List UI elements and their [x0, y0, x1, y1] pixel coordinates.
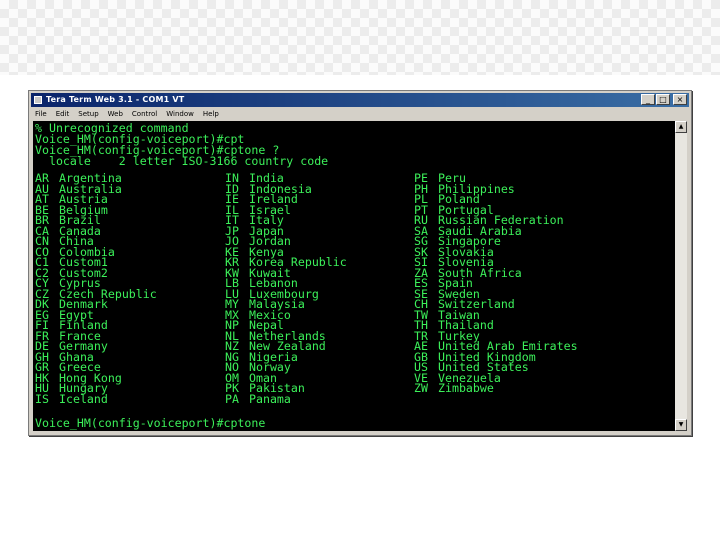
vertical-scrollbar[interactable]: ▲ ▼ — [675, 121, 687, 431]
menu-bar: File Edit Setup Web Control Window Help — [31, 108, 689, 120]
scroll-down-arrow-icon[interactable]: ▼ — [675, 419, 687, 431]
title-bar[interactable]: Tera Term Web 3.1 - COM1 VT _ □ × — [31, 93, 689, 107]
menu-control[interactable]: Control — [132, 108, 157, 120]
country-name: Zimbabwe — [438, 381, 494, 395]
menu-file[interactable]: File — [35, 108, 47, 120]
checkered-background-band — [0, 0, 720, 75]
menu-setup[interactable]: Setup — [78, 108, 98, 120]
menu-window[interactable]: Window — [166, 108, 194, 120]
country-name: Iceland — [59, 391, 108, 406]
country-code: ZW — [414, 381, 428, 395]
scroll-up-arrow-icon[interactable]: ▲ — [675, 121, 687, 133]
tera-term-window: Tera Term Web 3.1 - COM1 VT _ □ × File Ed… — [28, 90, 692, 436]
menu-web[interactable]: Web — [108, 108, 123, 120]
terminal-screen[interactable]: % Unrecognized command Voice_HM(config-v… — [33, 121, 675, 431]
country-code: IS — [35, 391, 49, 406]
terminal-line: locale 2 letter ISO-3166 country code — [35, 154, 329, 168]
terminal-prompt-line: Voice_HM(config-voiceport)#cptone — [35, 416, 266, 430]
menu-help[interactable]: Help — [203, 108, 219, 120]
app-icon — [34, 96, 42, 104]
maximize-button[interactable]: □ — [656, 94, 670, 105]
close-button[interactable]: × — [673, 94, 687, 105]
minimize-button[interactable]: _ — [641, 94, 655, 105]
menu-edit[interactable]: Edit — [56, 108, 70, 120]
country-code: PA — [225, 391, 239, 406]
country-name: Panama — [249, 391, 291, 406]
window-title: Tera Term Web 3.1 - COM1 VT — [46, 95, 185, 104]
